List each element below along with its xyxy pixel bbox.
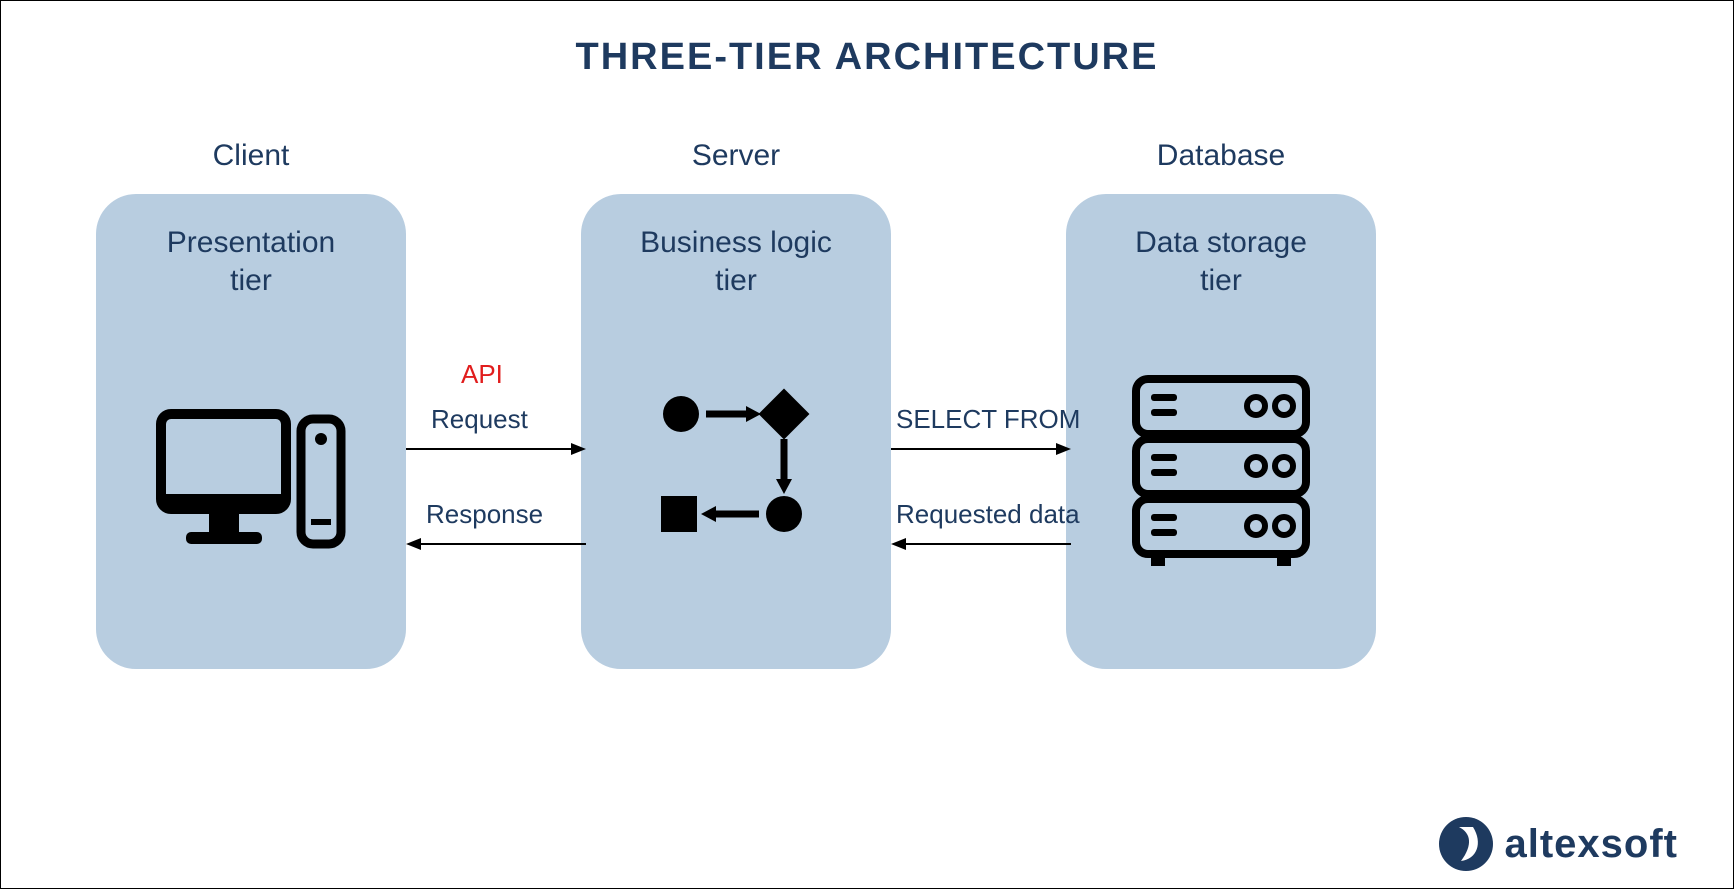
diagram-title: THREE-TIER ARCHITECTURE: [1, 1, 1733, 79]
tier-outer-label-database: Database: [1066, 139, 1376, 173]
brand-logo-text: altexsoft: [1505, 822, 1679, 867]
arrow-label-request: Request: [431, 404, 528, 435]
tier-box-database: Data storage tier: [1066, 194, 1376, 669]
arrow-right-icon: [406, 439, 586, 459]
diagram-canvas: Client Server Database Presentation tier…: [1, 79, 1733, 839]
tier-box-client: Presentation tier: [96, 194, 406, 669]
flowchart-icon: [651, 384, 821, 554]
arrow-label-select: SELECT FROM: [896, 404, 1080, 435]
brand-logo: altexsoft: [1437, 815, 1679, 873]
tier-box-server: Business logic tier: [581, 194, 891, 669]
computer-icon: [151, 404, 351, 564]
tier-inner-label-server: Business logic tier: [581, 224, 891, 299]
arrow-left-icon: [891, 534, 1071, 554]
arrow-left-icon: [406, 534, 586, 554]
arrow-label-response: Response: [426, 499, 543, 530]
arrow-right-icon: [891, 439, 1071, 459]
tier-inner-label-client: Presentation tier: [96, 224, 406, 299]
tier-outer-label-server: Server: [581, 139, 891, 173]
arrow-label-requested-data: Requested data: [896, 499, 1080, 530]
tier-outer-label-client: Client: [96, 139, 406, 173]
server-rack-icon: [1126, 369, 1316, 574]
altexsoft-logo-icon: [1437, 815, 1495, 873]
tier-inner-label-database: Data storage tier: [1066, 224, 1376, 299]
api-label: API: [461, 359, 503, 390]
